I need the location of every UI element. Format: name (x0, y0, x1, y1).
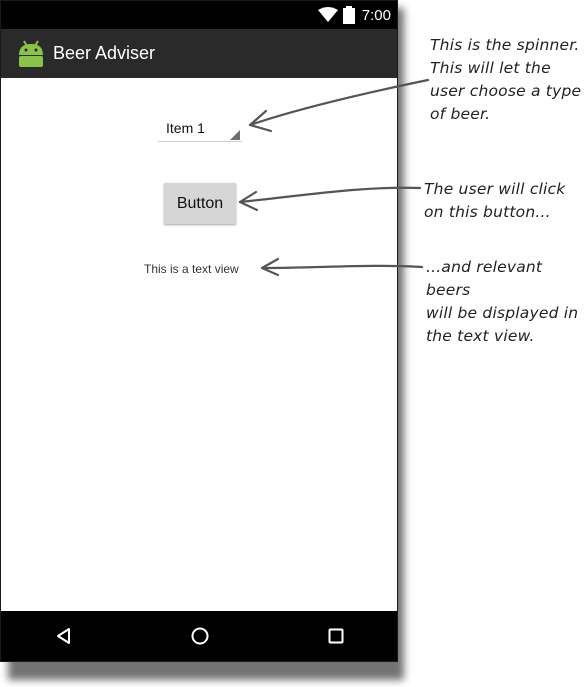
button-annotation: The user will click on this button... (424, 180, 566, 221)
textview-annotation: ...and relevant beers will be displayed … (426, 258, 579, 345)
textview-arrow-line (260, 264, 424, 270)
spinner-arrow-line (248, 78, 430, 127)
spinner-annotation: This is the spinner. This will let the u… (430, 36, 582, 123)
button-arrow-line (238, 186, 422, 204)
